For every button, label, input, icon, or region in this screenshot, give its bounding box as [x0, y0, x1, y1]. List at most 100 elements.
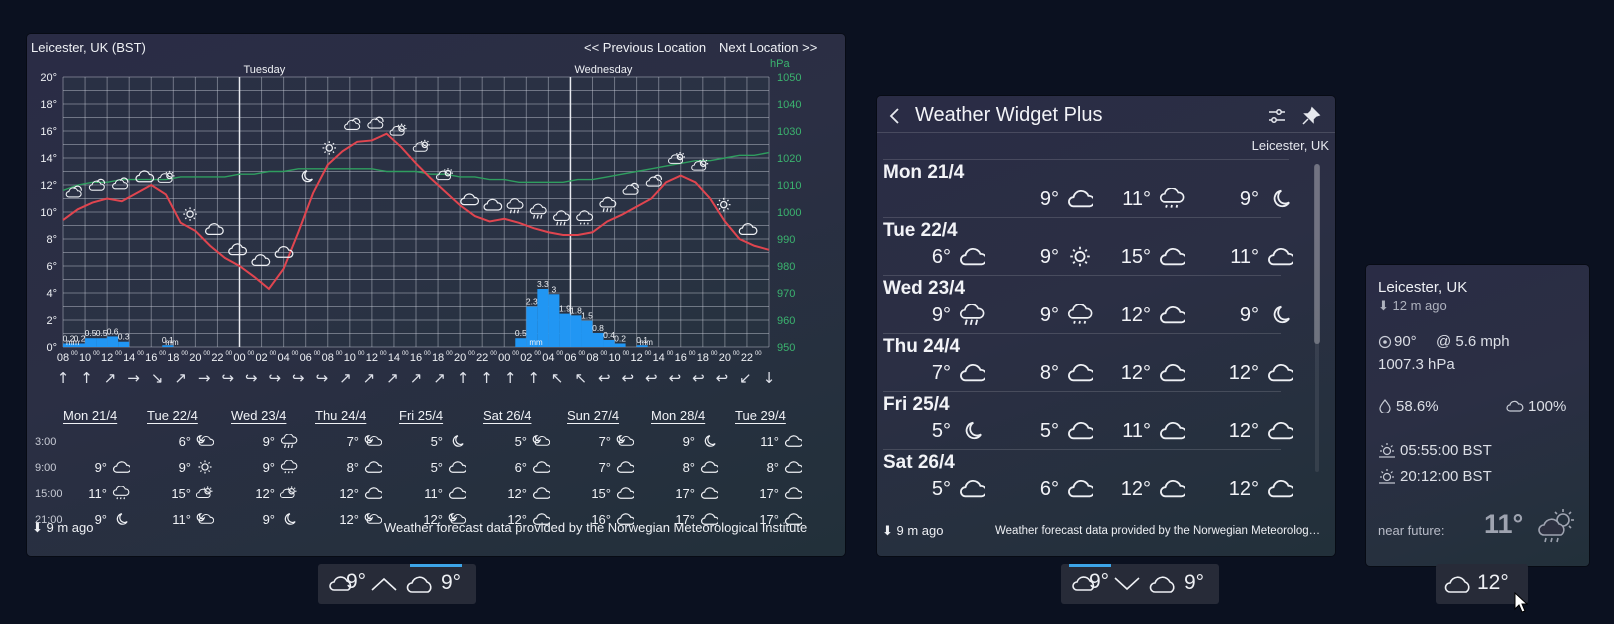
precip-bar — [85, 338, 97, 347]
x-tick-minutes: 00 — [115, 351, 122, 357]
cell-temperature: 7° — [598, 460, 611, 475]
taskbar-weather-chip-2[interactable]: 9° 9° — [1061, 564, 1219, 604]
cloud-icon — [448, 460, 468, 474]
slot-temperature: 9° — [1039, 188, 1059, 210]
sun-icon — [196, 460, 214, 474]
data-credit: Weather forecast data provided by the No… — [384, 520, 808, 535]
table-cell: 7° — [585, 460, 636, 475]
wind-direction-arrow: ↓ — [763, 369, 776, 387]
forecast-slot: 9° — [1017, 188, 1096, 211]
table-cell: 5° — [417, 460, 468, 475]
x-tick-label: 04 — [542, 352, 554, 364]
table-cell: 6° — [165, 434, 215, 449]
scrollbar-track[interactable] — [1315, 164, 1319, 472]
precip-bar — [603, 339, 615, 347]
chevron-up-icon[interactable] — [370, 576, 398, 592]
forecast-slot: 11° — [1109, 187, 1185, 211]
precip-bar — [559, 313, 571, 347]
cloud-icon — [1149, 576, 1175, 593]
cell-temperature: 9° — [262, 460, 275, 475]
y-tick-label: 2° — [46, 315, 57, 327]
light-rain-icon — [1067, 303, 1093, 324]
sunrise-icon — [1379, 443, 1395, 458]
table-day-header: Sun 27/4 — [567, 408, 620, 423]
cloud-icon — [365, 487, 384, 499]
cloud-icon — [1268, 479, 1296, 498]
chevron-down-icon[interactable] — [1113, 576, 1141, 592]
moon-icon — [280, 512, 298, 526]
x-tick-label: 12 — [101, 352, 113, 364]
cell-temperature: 8° — [766, 460, 779, 475]
light-rain-icon — [1159, 187, 1185, 208]
y-tick-label: 6° — [46, 261, 57, 273]
forecast-slot: 5° — [909, 420, 985, 443]
table-day-header: Tue 22/4 — [147, 408, 198, 423]
chevron-left-icon[interactable] — [887, 106, 903, 126]
day-marker-label: Tuesday — [244, 64, 286, 76]
x-tick-label: 02 — [255, 352, 267, 364]
x-tick-minutes: 00 — [468, 351, 475, 357]
y2-tick-label: 990 — [777, 234, 795, 246]
x-tick-minutes: 00 — [358, 351, 365, 357]
cloud-icon — [951, 362, 988, 384]
wind-direction-arrow: ↗ — [410, 369, 423, 387]
cell-temperature: 5° — [430, 460, 443, 475]
forecast-slot: 15° — [1109, 246, 1188, 269]
cloud-icon — [406, 576, 432, 593]
table-row-label: 15:00 — [35, 488, 63, 500]
precip-unit-label: mm — [165, 338, 179, 347]
cloud-cover-value: 100% — [1528, 398, 1567, 415]
day-name: Sat 26/4 — [883, 452, 955, 473]
moon-icon — [1273, 189, 1290, 208]
cloud-icon — [364, 460, 384, 474]
light-rain-sun-icon — [1538, 509, 1574, 543]
forecast-slot: 12° — [1217, 420, 1296, 443]
partly-cloudy-night-icon — [532, 434, 551, 448]
taskbar-weather-chip-1[interactable]: 9° 9° — [318, 564, 476, 604]
compact-location: Leicester, UK — [1378, 279, 1468, 296]
mouse-cursor-icon — [1514, 592, 1528, 613]
moon-icon — [1259, 188, 1293, 210]
forecast-slot: 6° — [909, 246, 988, 269]
x-tick-minutes: 00 — [733, 351, 740, 357]
x-tick-minutes: 00 — [181, 351, 188, 357]
precip-value-label: 1.5 — [581, 311, 593, 321]
cloud-icon — [1160, 363, 1188, 382]
forecast-slot: 12° — [1109, 304, 1188, 327]
pin-icon[interactable] — [1301, 106, 1321, 126]
slot-temperature: 9° — [1239, 188, 1259, 210]
y2-tick-label: 1040 — [777, 99, 801, 111]
cell-temperature: 15° — [591, 486, 611, 501]
y2-tick-label: 1000 — [777, 207, 801, 219]
x-tick-label: 00 — [233, 352, 245, 364]
wind-direction-icon — [1378, 335, 1392, 349]
moon-icon — [700, 434, 718, 448]
moon-icon — [116, 513, 128, 525]
table-cell: 11° — [753, 434, 804, 449]
table-cell: 11° — [81, 485, 130, 501]
precip-unit-label: mm — [66, 338, 80, 347]
day-name: Tue 22/4 — [883, 220, 958, 241]
humidity-icon — [1379, 399, 1391, 413]
slot-temperature: 12° — [1228, 478, 1259, 500]
cloud-icon — [617, 487, 636, 499]
cloud-icon — [1151, 362, 1188, 384]
y2-tick-label: 960 — [777, 315, 795, 327]
partly-cloudy-night-icon — [364, 513, 383, 524]
table-cell: 9° — [81, 460, 132, 475]
cloud-icon — [1068, 421, 1096, 440]
settings-sliders-icon[interactable] — [1267, 106, 1287, 126]
cell-temperature: 8° — [346, 460, 359, 475]
x-tick-label: 22 — [211, 352, 223, 364]
x-tick-label: 18 — [432, 352, 444, 364]
forecast-slot: 9° — [1017, 246, 1093, 269]
y-tick-label: 10° — [40, 207, 57, 219]
cell-temperature: 6° — [178, 434, 191, 449]
table-cell: 5° — [417, 434, 466, 449]
x-tick-label: 20 — [454, 352, 466, 364]
cloud-icon — [951, 478, 988, 500]
x-tick-label: 22 — [741, 352, 753, 364]
table-cell: 17° — [753, 486, 804, 501]
x-tick-minutes: 00 — [225, 351, 232, 357]
slot-temperature: 12° — [1120, 304, 1151, 326]
